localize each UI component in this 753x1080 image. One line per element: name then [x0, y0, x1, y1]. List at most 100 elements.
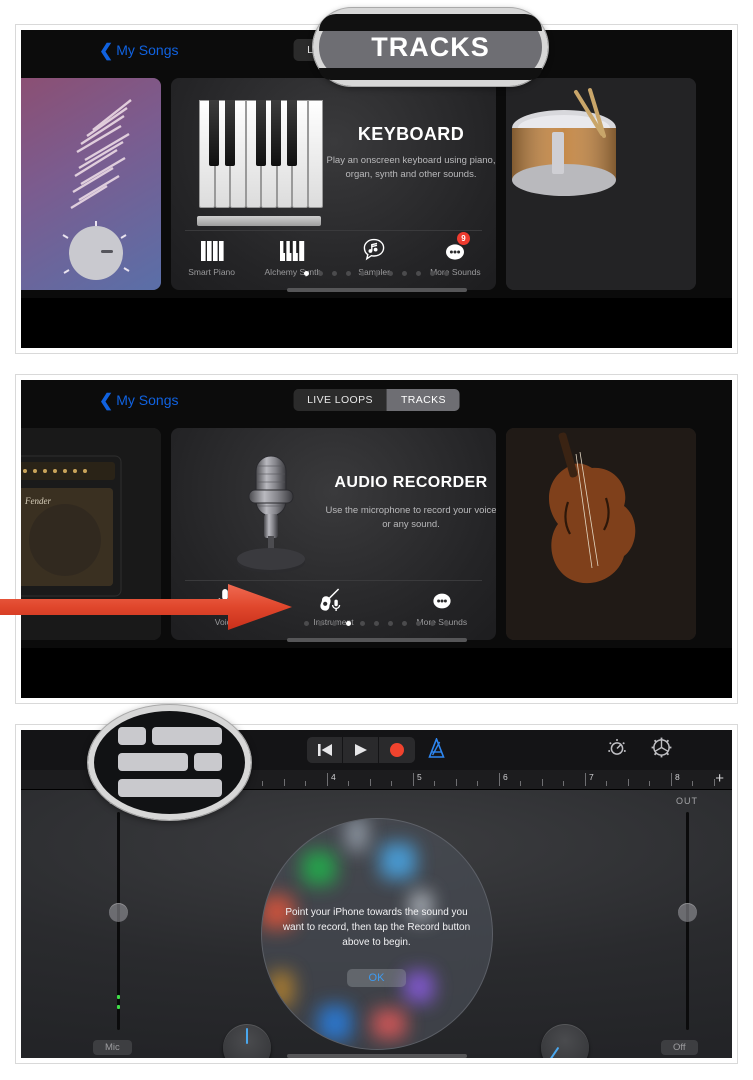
transport-controls[interactable]: [307, 737, 415, 763]
ruler-tick: [413, 773, 414, 786]
navbar: ❮ My Songs LIVE LOOPS TRACKS: [21, 380, 732, 420]
carousel-pager[interactable]: [21, 271, 732, 276]
settings-button[interactable]: [651, 737, 672, 763]
ruler-tick: [585, 773, 586, 786]
blurred-background-blob: [267, 971, 294, 1007]
pager-dot[interactable]: [318, 621, 323, 626]
carousel-card-right[interactable]: [506, 78, 696, 290]
ruler-number: 4: [331, 772, 336, 782]
fx-knob-icon: [608, 738, 626, 755]
ruler-tick: [628, 779, 629, 786]
screenshot-root: ❮ My Songs LIVE LOOPS TRACKS: [0, 0, 753, 1080]
carousel-card-keyboard[interactable]: KEYBOARD Play an onscreen keyboard using…: [171, 78, 496, 290]
ruler-tick: [284, 779, 285, 786]
ruler-number: 7: [589, 772, 594, 782]
pager-dot[interactable]: [346, 271, 351, 276]
snare-drum-graphic: [512, 88, 616, 196]
violin-graphic: [548, 432, 636, 584]
play-button[interactable]: [343, 737, 379, 763]
pager-dot[interactable]: [444, 271, 449, 276]
pager-dot[interactable]: [304, 621, 309, 626]
pager-dot[interactable]: [388, 621, 393, 626]
card-title: KEYBOARD: [357, 124, 465, 144]
recorder-alert-dialog: Point your iPhone towards the sound you …: [260, 818, 493, 1050]
tracks-view-callout-magnifier: [87, 704, 252, 821]
back-button-label: My Songs: [116, 42, 179, 58]
studio-microphone-image: [216, 446, 326, 574]
squeeze-knob-indicator: [548, 1046, 560, 1058]
instrument-carousel[interactable]: KEYBOARD Play an onscreen keyboard using…: [21, 70, 732, 298]
back-button-my-songs[interactable]: ❮ My Songs: [99, 392, 179, 409]
carousel-card-right[interactable]: [506, 428, 696, 640]
pager-dot[interactable]: [318, 271, 323, 276]
segment-live-loops[interactable]: LIVE LOOPS: [293, 389, 387, 411]
segment-tracks[interactable]: TRACKS: [386, 389, 460, 411]
smart-piano-icon: [199, 236, 225, 262]
ruler-tick: [370, 779, 371, 786]
pager-dot[interactable]: [402, 271, 407, 276]
chevron-left-icon: ❮: [99, 390, 114, 410]
ruler-tick: [563, 781, 564, 786]
fx-button[interactable]: [607, 738, 627, 763]
metronome-button[interactable]: [427, 736, 446, 763]
audio-recorder-screen: ❮ My Songs LIVE LOOPS TRACKS Fender AUDI…: [21, 380, 732, 698]
pager-dot[interactable]: [360, 621, 365, 626]
view-segment-control[interactable]: LIVE LOOPS TRACKS: [293, 389, 460, 411]
ruler-tick: [692, 781, 693, 786]
pager-dot[interactable]: [360, 271, 365, 276]
pager-dot[interactable]: [332, 621, 337, 626]
output-slider-thumb[interactable]: [678, 903, 697, 922]
pager-dot[interactable]: [374, 621, 379, 626]
blurred-background-blob: [371, 1009, 406, 1039]
blurred-background-blob: [345, 819, 368, 851]
channel-button[interactable]: Mic: [93, 1040, 132, 1055]
ruler-tick: [520, 781, 521, 786]
ruler-tick: [262, 781, 263, 786]
carousel-card-left[interactable]: [21, 78, 161, 290]
pager-dot[interactable]: [374, 271, 379, 276]
gear-icon: [651, 737, 672, 758]
callout-inner-top: [319, 14, 542, 32]
back-button-my-songs[interactable]: ❮ My Songs: [99, 42, 179, 59]
tone-knob[interactable]: [223, 1024, 271, 1058]
ruler-number: 8: [675, 772, 680, 782]
ruler-tick: [327, 773, 328, 786]
ruler-tick: [434, 781, 435, 786]
rewind-button[interactable]: [307, 737, 343, 763]
blurred-background-blob: [403, 971, 434, 1003]
metronome-icon: [428, 736, 445, 758]
alert-ok-button[interactable]: OK: [346, 969, 407, 987]
pager-dot[interactable]: [430, 621, 435, 626]
add-track-button[interactable]: +: [715, 771, 724, 786]
record-button[interactable]: [379, 737, 415, 763]
drum-kit-artwork: [506, 78, 696, 290]
pager-dot[interactable]: [332, 271, 337, 276]
tracks-view-icon: [117, 726, 222, 797]
pager-dot[interactable]: [416, 271, 421, 276]
pager-dot[interactable]: [444, 621, 449, 626]
recorder-controls-area: IN OUT Mic Channel Tone: [21, 790, 732, 1058]
card-title: AUDIO RECORDER: [334, 474, 488, 491]
audio-waveform-artwork: [21, 78, 161, 290]
status-badge: 9: [457, 232, 470, 245]
pager-dot[interactable]: [304, 271, 309, 276]
pager-dot[interactable]: [416, 621, 421, 626]
pager-dot[interactable]: [430, 271, 435, 276]
guitar-microphone-icon: [319, 586, 347, 612]
input-slider-thumb[interactable]: [109, 903, 128, 922]
ruler-tick: [499, 773, 500, 786]
home-indicator: [286, 1054, 467, 1058]
piano-keyboard-image: [197, 100, 323, 226]
monitor-button[interactable]: Off: [661, 1040, 698, 1055]
squeeze-knob[interactable]: [541, 1024, 589, 1058]
microphone-graphic: [237, 455, 305, 573]
ruler-tick: [305, 781, 306, 786]
ruler-tick: [542, 779, 543, 786]
sampler-icon: [362, 236, 386, 262]
home-indicator: [286, 288, 467, 292]
pager-dot[interactable]: [346, 621, 351, 626]
toolbar-right-icons: [607, 737, 672, 763]
ruler-tick: [649, 781, 650, 786]
pager-dot[interactable]: [388, 271, 393, 276]
pager-dot[interactable]: [402, 621, 407, 626]
